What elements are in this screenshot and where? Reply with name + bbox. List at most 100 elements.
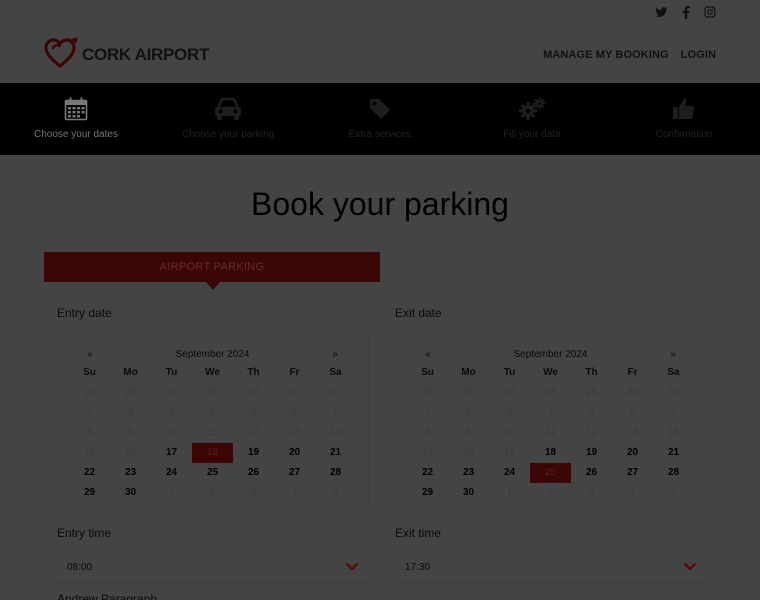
weekday-header: Sa	[329, 367, 342, 378]
exit-date-calendar: « September 2024 » Su Mo Tu We Th Fr Sa 25 26 27 2…	[395, 334, 707, 503]
twitter-icon[interactable]	[655, 6, 668, 18]
step-fill-data[interactable]: Fill your data	[456, 83, 608, 155]
weekday-header: Tu	[503, 367, 516, 378]
calendar-day: 17	[503, 447, 516, 458]
step-choose-dates[interactable]: Choose your dates	[0, 83, 152, 155]
gears-icon	[518, 97, 546, 121]
calendar-day[interactable]: 17	[151, 443, 192, 463]
login-link[interactable]: LOGIN	[681, 49, 716, 61]
thumbs-up-icon	[672, 97, 696, 121]
calendar-day[interactable]: 27	[274, 463, 315, 483]
calendar-day: 5	[250, 407, 257, 418]
calendar-day[interactable]: 19	[571, 443, 612, 463]
calendar-day: 4	[547, 407, 554, 418]
logo[interactable]: CORK AIRPORT	[44, 36, 209, 74]
calendar-day[interactable]: 20	[274, 443, 315, 463]
section-label: Andrew Paragraph	[57, 592, 158, 600]
weekday-header: We	[543, 367, 558, 378]
calendar-day: 6	[291, 407, 298, 418]
calendar-day: 30	[288, 387, 301, 398]
entry-time-label: Entry time	[57, 526, 112, 540]
calendar-day: 9	[127, 427, 134, 438]
chevron-down-icon	[683, 562, 697, 574]
calendar-day[interactable]: 18	[530, 443, 571, 463]
calendar-day: 26	[124, 387, 137, 398]
calendar-day: 4	[629, 487, 636, 498]
facebook-icon[interactable]	[682, 5, 690, 19]
calendar-day: 29	[585, 387, 598, 398]
next-month-button[interactable]: »	[332, 349, 338, 360]
step-extra-services[interactable]: Extra services	[304, 83, 456, 155]
calendar-day[interactable]: 26	[233, 463, 274, 483]
entry-time-select[interactable]: 08:00	[57, 552, 369, 584]
calendar-day: 3	[506, 407, 513, 418]
calendar-day: 7	[670, 407, 677, 418]
calendar-day: 26	[462, 387, 475, 398]
calendar-day: 3	[168, 407, 175, 418]
calendar-day: 31	[329, 387, 342, 398]
calendar-day[interactable]: 30	[448, 483, 489, 503]
step-label: Extra services	[348, 129, 412, 140]
calendar-day[interactable]: 20	[612, 443, 653, 463]
calendar-day: 31	[667, 387, 680, 398]
calendar-day: 11	[545, 427, 556, 438]
manage-booking-link[interactable]: MANAGE MY BOOKING	[543, 49, 669, 61]
calendar-day[interactable]: 29	[69, 483, 110, 503]
next-month-button[interactable]: »	[670, 349, 676, 360]
entry-time-value: 08:00	[67, 562, 93, 573]
entry-date-label: Entry date	[57, 306, 112, 320]
calendar-day: 1	[86, 407, 93, 418]
tag-icon	[368, 97, 392, 121]
entry-date-calendar: « September 2024 » Su Mo Tu We Th Fr Sa 25 26 27 2…	[57, 334, 369, 503]
weekday-header: Th	[247, 367, 260, 378]
calendar-day[interactable]: 23	[448, 463, 489, 483]
prev-month-button[interactable]: «	[425, 349, 431, 360]
step-label: Choose your dates	[34, 129, 118, 140]
calendar-day[interactable]: 30	[110, 483, 151, 503]
calendar-day[interactable]: 22	[407, 463, 448, 483]
calendar-day: 30	[626, 387, 639, 398]
exit-date-label: Exit date	[395, 306, 442, 320]
calendar-day[interactable]: 27	[612, 463, 653, 483]
calendar-day[interactable]: 19	[233, 443, 274, 463]
tab-label: AIRPORT PARKING	[159, 261, 265, 273]
calendar-day: 2	[127, 407, 134, 418]
site-header: CORK AIRPORT MANAGE MY BOOKING LOGIN	[44, 30, 716, 80]
tab-airport-parking[interactable]: AIRPORT PARKING	[44, 252, 380, 290]
calendar-day[interactable]: 28	[315, 463, 356, 483]
calendar-day: 1	[424, 407, 431, 418]
calendar-day-selected[interactable]: 18	[192, 443, 233, 463]
calendar-day: 7	[332, 407, 339, 418]
step-choose-parking[interactable]: Choose your parking	[152, 83, 304, 155]
weekday-header: Mo	[123, 367, 138, 378]
calendar-day[interactable]: 21	[315, 443, 356, 463]
calendar-day: 28	[206, 387, 219, 398]
chevron-down-icon	[345, 562, 359, 574]
calendar-day[interactable]: 29	[407, 483, 448, 503]
calendar-day[interactable]: 22	[69, 463, 110, 483]
calendar-day-selected[interactable]: 25	[530, 463, 571, 483]
calendar-day: 12	[247, 427, 260, 438]
step-confirmation[interactable]: Confirmation	[608, 83, 760, 155]
calendar-grid: Su Mo Tu We Th Fr Sa 25 26 27 28 29 30 31 1 2 3 4 5 6 7 8 9 10 1…	[407, 363, 706, 503]
step-label: Confirmation	[655, 129, 713, 140]
calendar-day: 1	[506, 487, 513, 498]
calendar-day: 3	[588, 487, 595, 498]
exit-time-select[interactable]: 17:30	[395, 552, 707, 584]
weekday-header: Mo	[461, 367, 476, 378]
page-title: Book your parking	[251, 186, 509, 222]
calendar-day[interactable]: 25	[192, 463, 233, 483]
calendar-day: 2	[465, 407, 472, 418]
calendar-day[interactable]: 24	[151, 463, 192, 483]
calendar-day[interactable]: 21	[653, 443, 694, 463]
calendar-day[interactable]: 26	[571, 463, 612, 483]
weekday-header: Fr	[627, 367, 638, 378]
prev-month-button[interactable]: «	[87, 349, 93, 360]
calendar-day: 5	[332, 487, 339, 498]
instagram-icon[interactable]	[704, 6, 716, 18]
calendar-day: 4	[209, 407, 216, 418]
calendar-day[interactable]: 23	[110, 463, 151, 483]
calendar-day: 10	[165, 427, 178, 438]
calendar-day[interactable]: 24	[489, 463, 530, 483]
calendar-day[interactable]: 28	[653, 463, 694, 483]
